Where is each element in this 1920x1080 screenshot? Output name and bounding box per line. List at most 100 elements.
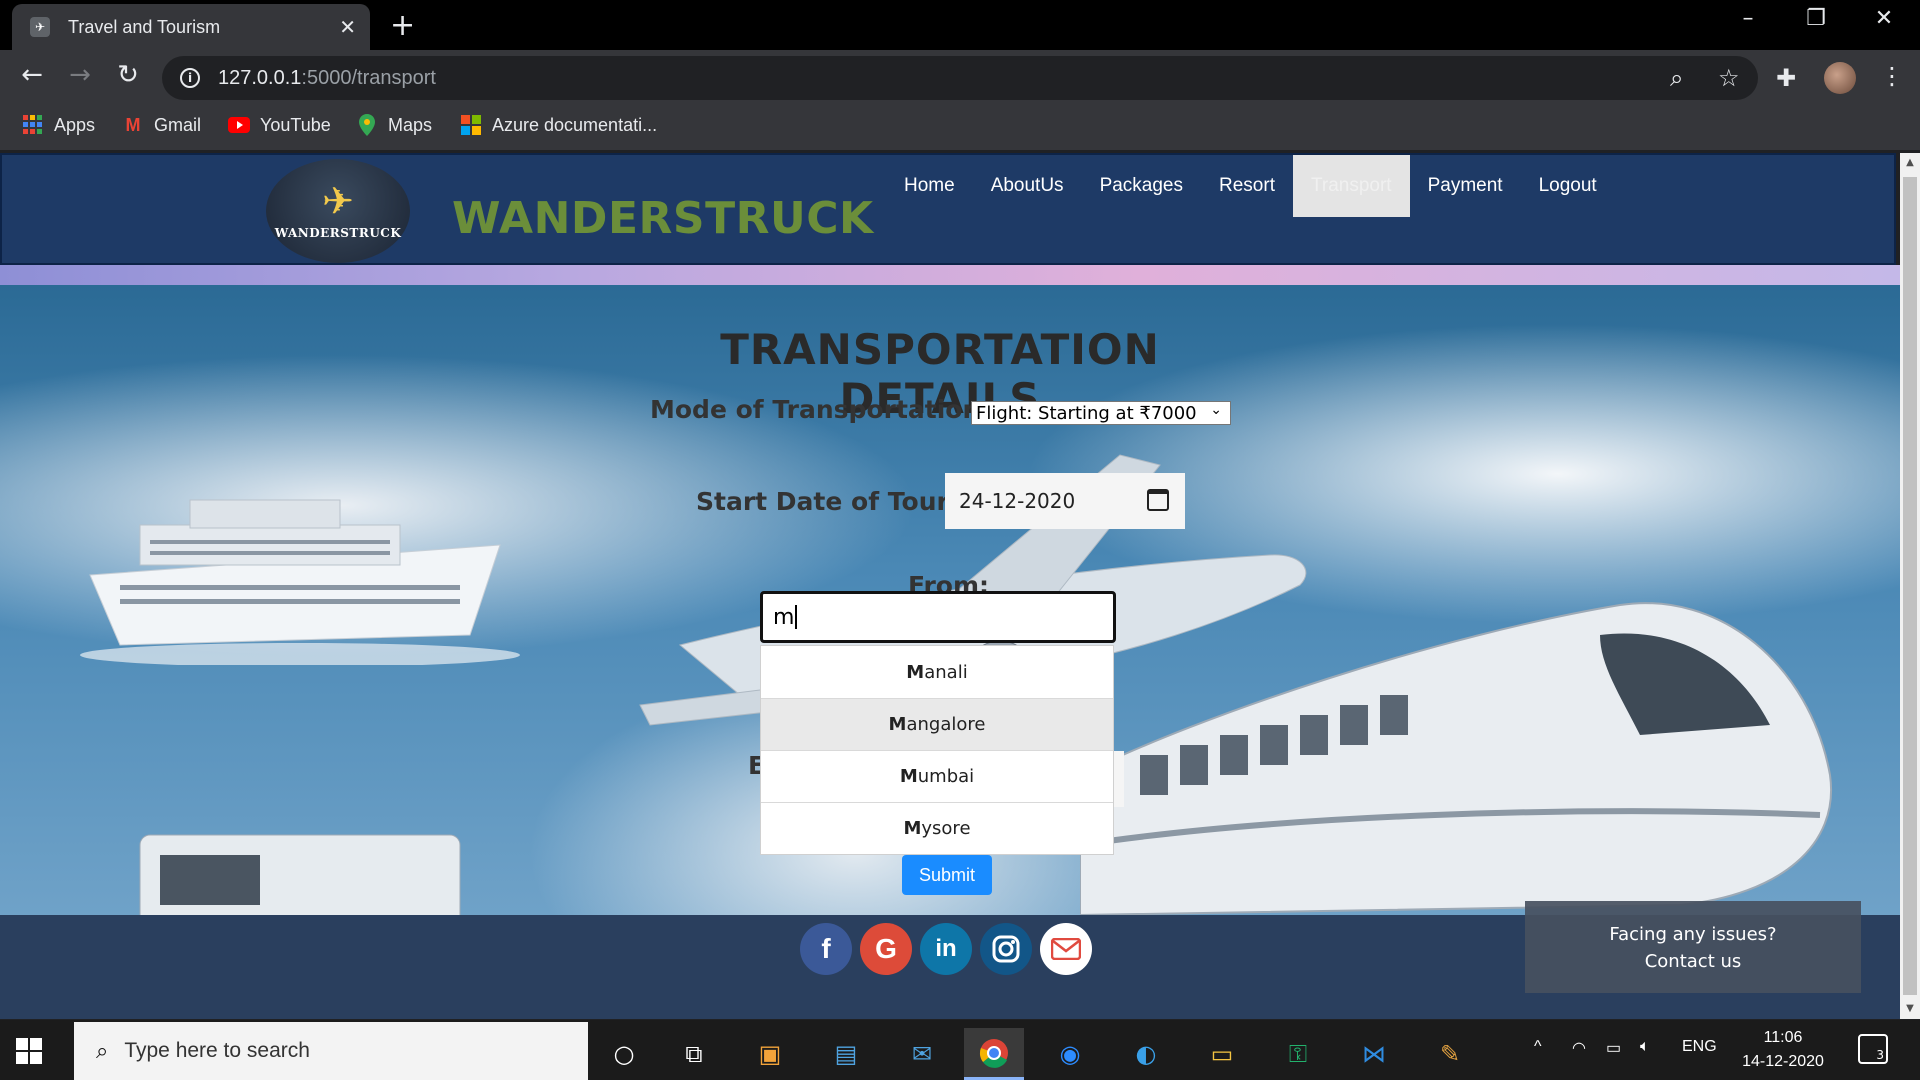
reload-icon[interactable]: ↻ (108, 60, 148, 90)
windows-start-icon[interactable] (16, 1038, 42, 1064)
wifi-icon[interactable]: ◠ (1572, 1038, 1586, 1058)
profile-avatar[interactable] (1824, 62, 1856, 94)
chevron-down-icon: ⌄ (1210, 402, 1222, 418)
bookmark-gmail[interactable]: M Gmail (122, 114, 202, 136)
facebook-icon[interactable]: f (800, 923, 852, 975)
bookmark-youtube[interactable]: YouTube (228, 114, 331, 136)
nav-resort[interactable]: Resort (1201, 155, 1293, 217)
linkedin-icon[interactable]: in (920, 923, 972, 975)
mode-label: Mode of Transportation: (650, 395, 991, 424)
site-info-icon[interactable]: i (180, 68, 200, 88)
scroll-down-icon[interactable]: ▼ (1900, 999, 1920, 1019)
restore-icon[interactable]: ❐ (1796, 6, 1836, 31)
bookmark-label: Apps (54, 114, 96, 135)
calendar-icon[interactable] (1147, 489, 1169, 511)
menu-kebab-icon[interactable]: ⋮ (1880, 62, 1904, 90)
bookmark-label: Maps (388, 114, 433, 135)
close-tab-icon[interactable]: ✕ (339, 15, 356, 39)
bookmark-apps[interactable]: Apps (22, 114, 95, 136)
bookmark-star-icon[interactable]: ☆ (1718, 64, 1740, 92)
forward-arrow-icon[interactable]: → (60, 60, 100, 90)
bookmark-azure[interactable]: Azure documentati... (460, 114, 657, 136)
suggestion-mumbai[interactable]: Mumbai (761, 750, 1113, 802)
show-hidden-icons[interactable]: ^ (1534, 1038, 1542, 1056)
obscured-input[interactable] (1114, 751, 1124, 807)
nav-logout[interactable]: Logout (1521, 155, 1615, 217)
clock-date: 14-12-2020 (1742, 1053, 1824, 1070)
microsoft-icon (460, 114, 482, 136)
nav-payment[interactable]: Payment (1410, 155, 1521, 217)
paint-icon[interactable]: ✎ (1420, 1028, 1480, 1080)
brand-name: WANDERSTRUCK (452, 193, 874, 244)
logo-text: WANDERSTRUCK (274, 226, 402, 240)
back-arrow-icon[interactable]: ← (12, 60, 52, 90)
youtube-icon (228, 114, 250, 136)
google-icon[interactable]: G (860, 923, 912, 975)
suggestion-manali[interactable]: Manali (761, 646, 1113, 698)
store-icon[interactable]: ▣ (740, 1028, 800, 1080)
transport-mode-select[interactable]: Flight: Starting at ₹7000 ⌄ (971, 401, 1231, 425)
minimize-icon[interactable]: – (1728, 6, 1768, 31)
text-cursor (795, 605, 798, 629)
nav-home[interactable]: Home (886, 155, 973, 217)
task-view-icon[interactable]: ⧉ (664, 1028, 724, 1080)
battery-icon[interactable]: ▭ (1606, 1038, 1621, 1058)
suggestion-mysore[interactable]: Mysore (761, 802, 1113, 854)
email-icon[interactable] (1040, 923, 1092, 975)
bookmark-maps[interactable]: Maps (356, 114, 432, 136)
taskbar-search[interactable]: ⌕ Type here to search (74, 1022, 588, 1080)
gmail-icon: M (125, 114, 141, 135)
suggestion-text: anali (924, 661, 968, 683)
new-tab-icon[interactable]: + (390, 8, 415, 43)
maps-pin-icon (356, 114, 378, 136)
browser-tab[interactable]: ✈ Travel and Tourism ✕ (12, 4, 370, 50)
scroll-up-icon[interactable]: ▲ (1900, 153, 1920, 173)
zoom-app-icon[interactable]: ◉ (1040, 1028, 1100, 1080)
suggestion-match: M (888, 714, 907, 735)
from-input[interactable]: m (760, 591, 1116, 643)
instagram-icon[interactable] (980, 923, 1032, 975)
contact-us-box[interactable]: Facing any issues? Contact us (1525, 901, 1861, 993)
contact-line-1: Facing any issues? (1609, 924, 1777, 945)
search-icon: ⌕ (96, 1038, 109, 1063)
url-text: 127.0.0.1:5000/transport (218, 66, 436, 89)
bookmark-label: Azure documentati... (492, 114, 658, 135)
notification-center-icon[interactable]: 3 (1858, 1034, 1888, 1064)
clock-time: 11:06 (1763, 1029, 1803, 1046)
volume-icon[interactable]: 🔈︎ (1640, 1038, 1650, 1056)
pc-icon[interactable]: ▤ (816, 1028, 876, 1080)
decorative-strip (0, 265, 1900, 285)
bookmark-label: YouTube (260, 114, 331, 135)
bullet-train-image (1080, 602, 1833, 915)
mail-icon[interactable]: ✉ (892, 1028, 952, 1080)
contact-link[interactable]: Contact us (1525, 948, 1861, 975)
suggestion-mangalore[interactable]: Mangalore (761, 698, 1113, 750)
web-page: ✈ WANDERSTRUCK WANDERSTRUCK Home AboutUs… (0, 153, 1900, 1019)
date-label: Start Date of Tour: (696, 487, 959, 516)
nav-transport[interactable]: Transport (1292, 155, 1410, 217)
submit-button[interactable]: Submit (902, 855, 992, 895)
from-input-value: m (773, 604, 795, 630)
zoom-icon[interactable]: ⌕ (1670, 64, 1683, 92)
suggestion-text: umbai (917, 766, 975, 787)
language-indicator[interactable]: ENG (1682, 1038, 1717, 1056)
page-scrollbar[interactable]: ▲ ▼ (1900, 153, 1920, 1019)
clock[interactable]: 11:06 14-12-2020 (1728, 1026, 1838, 1074)
key-app-icon[interactable]: ⚿ (1268, 1028, 1328, 1080)
cortana-icon[interactable]: ○ (594, 1028, 654, 1080)
autocomplete-list: Manali Mangalore Mumbai Mysore (760, 645, 1114, 855)
nav-aboutus[interactable]: AboutUs (973, 155, 1082, 217)
extensions-icon[interactable]: ✚ (1776, 64, 1796, 92)
nav-packages[interactable]: Packages (1082, 155, 1201, 217)
vscode-icon[interactable]: ⋈ (1344, 1028, 1404, 1080)
file-explorer-icon[interactable]: ▭ (1192, 1028, 1252, 1080)
start-date-input[interactable]: 24-12-2020 (945, 473, 1185, 529)
chrome-icon[interactable] (964, 1028, 1024, 1080)
suggestion-match: M (899, 766, 918, 787)
edge-icon[interactable]: ◐ (1116, 1028, 1176, 1080)
site-logo[interactable]: ✈ WANDERSTRUCK (266, 159, 410, 263)
scroll-thumb[interactable] (1903, 177, 1917, 995)
close-window-icon[interactable]: ✕ (1864, 6, 1904, 31)
address-bar[interactable]: i 127.0.0.1:5000/transport ⌕ ☆ (162, 56, 1758, 100)
suggestion-text: ysore (921, 818, 971, 839)
